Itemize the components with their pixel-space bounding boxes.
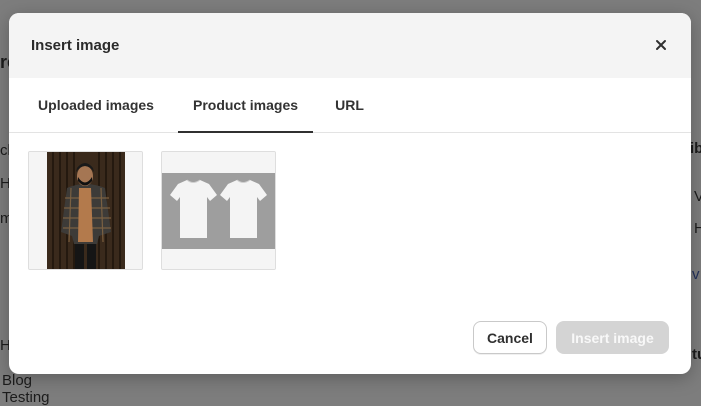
- image-thumbnail-white-tshirts[interactable]: [161, 151, 276, 270]
- bg-fragment: ib: [690, 140, 701, 157]
- close-button[interactable]: [649, 33, 673, 57]
- tab-label: Product images: [192, 97, 299, 113]
- bg-fragment: H: [694, 220, 701, 237]
- insert-image-dialog: Insert image Uploaded images Product ima…: [9, 13, 691, 374]
- tab-url[interactable]: URL: [327, 78, 372, 132]
- white-tshirts-image: [162, 152, 275, 269]
- image-thumbnail-man-shirt[interactable]: [28, 151, 143, 270]
- dialog-title: Insert image: [31, 37, 120, 54]
- bg-fragment: V: [694, 188, 701, 205]
- cancel-button[interactable]: Cancel: [473, 321, 547, 354]
- close-icon: [656, 40, 666, 50]
- tab-label: Uploaded images: [38, 97, 154, 113]
- dialog-header: Insert image: [9, 13, 691, 78]
- bg-fragment: v: [692, 266, 700, 283]
- tab-product-images[interactable]: Product images: [178, 78, 313, 133]
- insert-image-button[interactable]: Insert image: [556, 321, 669, 354]
- tab-uploaded-images[interactable]: Uploaded images: [29, 78, 163, 132]
- bg-fragment: tu: [692, 346, 701, 363]
- man-plaid-shirt-image: [29, 152, 142, 269]
- tab-label: URL: [335, 97, 364, 113]
- bg-fragment: Blog Testing: [2, 372, 50, 406]
- image-source-tabs: Uploaded images Product images URL: [9, 78, 691, 133]
